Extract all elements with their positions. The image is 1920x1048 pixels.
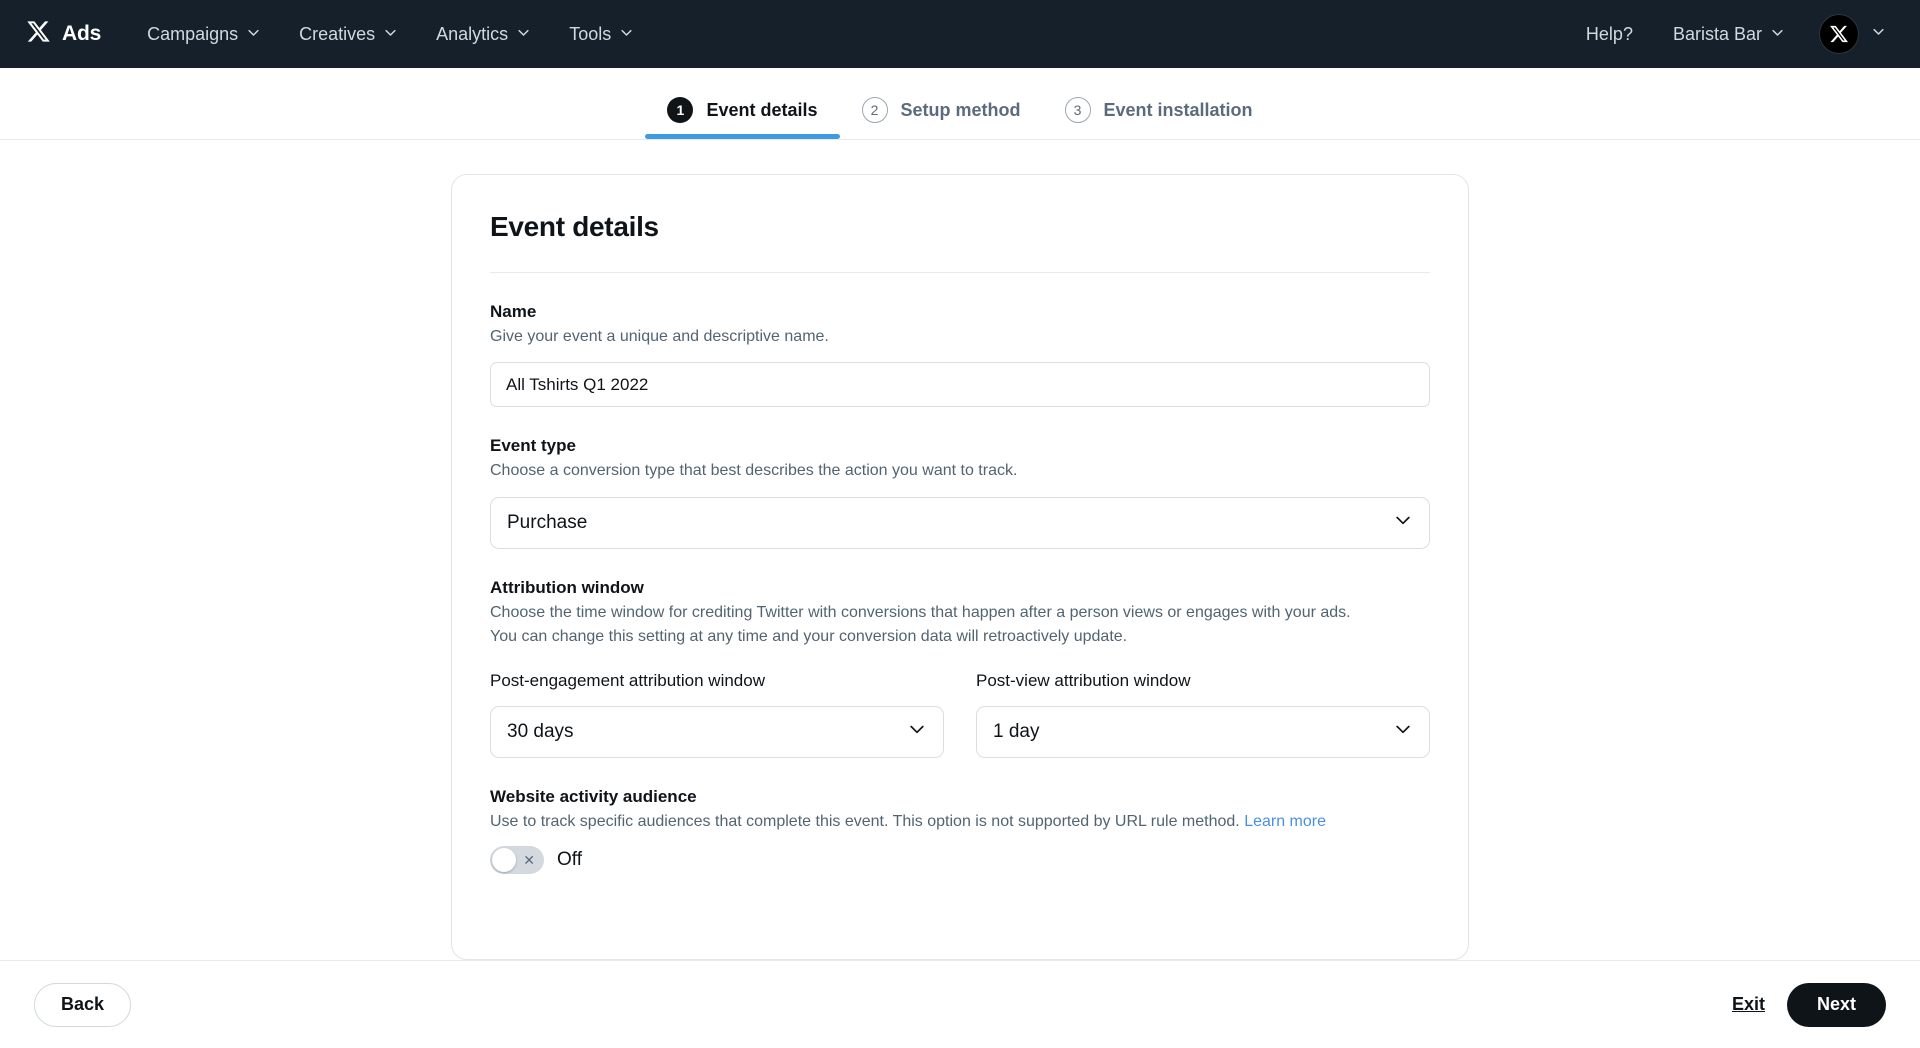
website-audience-label: Website activity audience — [490, 787, 697, 807]
nav-item-label: Campaigns — [147, 23, 239, 44]
chevron-down-icon — [1393, 719, 1413, 745]
primary-nav: Campaigns Creatives Analytics Tools — [131, 15, 650, 54]
name-input[interactable]: All Tshirts Q1 2022 — [490, 362, 1430, 408]
chevron-down-icon — [1393, 510, 1413, 536]
step-number-badge: 3 — [1064, 97, 1091, 123]
website-audience-help-sentence: Use to track specific audiences that com… — [490, 813, 1240, 831]
chevron-down-icon — [1871, 24, 1886, 44]
nav-item-label: Creatives — [299, 23, 376, 44]
back-button[interactable]: Back — [34, 982, 132, 1027]
learn-more-link[interactable]: Learn more — [1244, 813, 1326, 830]
brand-name: Ads — [62, 22, 102, 45]
main-content: Event details Name Give your event a uni… — [0, 140, 1920, 960]
next-button[interactable]: Next — [1786, 982, 1886, 1027]
post-view-select[interactable]: 1 day — [976, 706, 1430, 759]
tab-event-details[interactable]: 1 Event details — [645, 97, 840, 139]
post-view-selected-value: 1 day — [993, 721, 1040, 743]
close-x-icon: ✕ — [523, 851, 535, 868]
chevron-down-icon — [1770, 24, 1785, 45]
post-view-label: Post-view attribution window — [976, 671, 1191, 691]
chevron-down-icon — [383, 24, 398, 45]
chevron-down-icon — [246, 24, 261, 45]
step-number-badge: 1 — [667, 97, 694, 123]
nav-item-label: Analytics — [436, 23, 509, 44]
post-engagement-select[interactable]: 30 days — [490, 706, 944, 759]
post-engagement-group: Post-engagement attribution window 30 da… — [490, 670, 944, 759]
attribution-label: Attribution window — [490, 577, 644, 597]
secondary-nav: Help? Barista Bar — [1570, 10, 1894, 58]
help-label: Help? — [1585, 23, 1633, 44]
name-help-text: Give your event a unique and descriptive… — [490, 327, 829, 345]
page-title: Event details — [490, 211, 659, 242]
card-divider — [490, 272, 1430, 273]
event-details-card: Event details Name Give your event a uni… — [451, 174, 1469, 960]
nav-item-label: Tools — [569, 23, 612, 44]
toggle-knob — [492, 847, 516, 872]
chevron-down-icon — [907, 719, 927, 745]
step-label: Event installation — [1103, 99, 1253, 120]
event-type-help-text: Choose a conversion type that best descr… — [490, 462, 1018, 480]
step-number-badge: 2 — [861, 97, 888, 123]
tab-event-installation[interactable]: 3 Event installation — [1043, 97, 1275, 139]
event-type-select[interactable]: Purchase — [490, 496, 1430, 549]
name-label: Name — [490, 302, 537, 321]
field-attribution-window: Attribution window Choose the time windo… — [490, 577, 1430, 759]
field-website-activity-audience: Website activity audience Use to track s… — [490, 786, 1430, 874]
attribution-selects-row: Post-engagement attribution window 30 da… — [490, 670, 1430, 759]
nav-item-tools[interactable]: Tools — [553, 15, 650, 54]
top-navigation-bar: Ads Campaigns Creatives Analytics Tools — [0, 0, 1920, 68]
help-link[interactable]: Help? — [1570, 15, 1649, 54]
event-type-selected-value: Purchase — [507, 511, 588, 533]
post-engagement-selected-value: 30 days — [507, 721, 574, 743]
wizard-steps: 1 Event details 2 Setup method 3 Event i… — [0, 68, 1920, 140]
post-engagement-label: Post-engagement attribution window — [490, 671, 765, 691]
account-name-label: Barista Bar — [1672, 23, 1762, 44]
step-label: Setup method — [900, 99, 1021, 120]
website-audience-toggle-row: ✕ Off — [490, 845, 1430, 874]
footer-actions: Exit Next — [1730, 982, 1886, 1027]
field-event-type: Event type Choose a conversion type that… — [490, 435, 1430, 549]
brand-home-link[interactable]: Ads — [26, 19, 101, 49]
chevron-down-icon — [516, 24, 531, 45]
x-logo-icon — [26, 19, 51, 49]
profile-menu[interactable] — [1809, 10, 1894, 58]
field-name: Name Give your event a unique and descri… — [490, 301, 1430, 408]
chevron-down-icon — [619, 24, 634, 45]
step-label: Event details — [706, 99, 818, 120]
website-audience-help-text: Use to track specific audiences that com… — [490, 811, 1430, 833]
nav-item-analytics[interactable]: Analytics — [420, 15, 547, 54]
attribution-help-line2: You can change this setting at any time … — [490, 627, 1128, 645]
account-switcher[interactable]: Barista Bar — [1657, 15, 1801, 54]
toggle-state-label: Off — [557, 848, 582, 870]
nav-item-creatives[interactable]: Creatives — [283, 15, 414, 54]
attribution-help-line1: Choose the time window for crediting Twi… — [490, 603, 1351, 621]
post-view-group: Post-view attribution window 1 day — [976, 670, 1430, 759]
website-audience-toggle[interactable]: ✕ — [490, 845, 544, 874]
exit-link[interactable]: Exit — [1730, 990, 1767, 1019]
tab-setup-method[interactable]: 2 Setup method — [840, 97, 1043, 139]
event-type-label: Event type — [490, 436, 576, 456]
avatar — [1819, 14, 1859, 54]
wizard-footer: Back Exit Next — [0, 960, 1920, 1048]
nav-item-campaigns[interactable]: Campaigns — [131, 15, 277, 54]
